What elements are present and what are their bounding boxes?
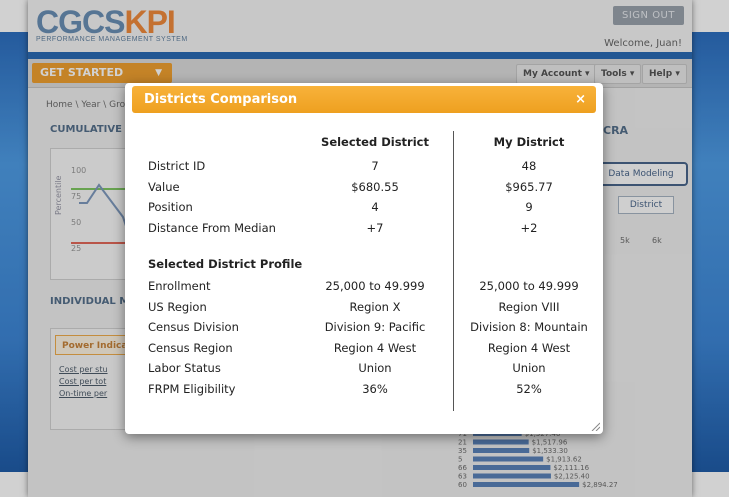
comparison-selected-cell: Division 9: Pacific bbox=[324, 320, 426, 334]
comparison-selected-cell: 36% bbox=[362, 381, 388, 396]
comparison-label-cell: District ID bbox=[148, 159, 206, 173]
comparison-mine-cell: Division 8: Mountain bbox=[470, 320, 588, 334]
comparison-selected-cell: 4 bbox=[371, 200, 379, 214]
comparison-label-cell: Labor Status bbox=[148, 361, 221, 375]
comparison-selected-cell: Union bbox=[358, 361, 392, 375]
comparison-mine-cell: 52% bbox=[516, 381, 542, 396]
comparison-label-cell: Census Region bbox=[148, 340, 233, 355]
comparison-selected-cell: $680.55 bbox=[351, 179, 399, 194]
dialog-header: Districts Comparison × bbox=[132, 86, 596, 113]
comparison-selected-cell: Region X bbox=[349, 299, 401, 314]
districts-comparison-dialog: Districts Comparison × Selected District… bbox=[125, 83, 603, 434]
close-icon[interactable]: × bbox=[575, 86, 586, 113]
comparison-label-cell: Distance From Median bbox=[148, 220, 276, 235]
comparison-mine-cell: Union bbox=[512, 361, 546, 375]
comparison-mine-cell: 25,000 to 49.999 bbox=[479, 279, 579, 293]
col-header-selected: Selected District bbox=[321, 135, 429, 149]
comparison-selected-cell: 7 bbox=[371, 159, 379, 173]
dialog-title: Districts Comparison bbox=[144, 92, 298, 107]
comparison-label-cell: FRPM Eligibility bbox=[148, 381, 236, 396]
comparison-selected-cell: +7 bbox=[366, 220, 384, 235]
comparison-mine-cell: 48 bbox=[521, 159, 537, 173]
col-header-mine: My District bbox=[493, 135, 565, 149]
comparison-selected-cell: Region 4 West bbox=[333, 340, 417, 355]
comparison-label-cell: US Region bbox=[148, 299, 207, 314]
comparison-label-cell: Value bbox=[148, 179, 180, 194]
comparison-mine-cell: $965.77 bbox=[505, 179, 553, 194]
comparison-mine-cell: +2 bbox=[520, 220, 538, 235]
comparison-label-cell: Position bbox=[148, 200, 193, 214]
comparison-label-cell: Census Division bbox=[148, 320, 239, 334]
comparison-selected-cell: 25,000 to 49.999 bbox=[325, 279, 425, 293]
comparison-label-cell: Enrollment bbox=[148, 279, 211, 293]
comparison-mine-cell: Region 4 West bbox=[487, 340, 571, 355]
resize-handle-icon[interactable] bbox=[590, 421, 600, 431]
comparison-mine-cell: 9 bbox=[525, 200, 533, 214]
profile-title: Selected District Profile bbox=[148, 257, 303, 271]
comparison-mine-cell: Region VIII bbox=[498, 299, 560, 314]
